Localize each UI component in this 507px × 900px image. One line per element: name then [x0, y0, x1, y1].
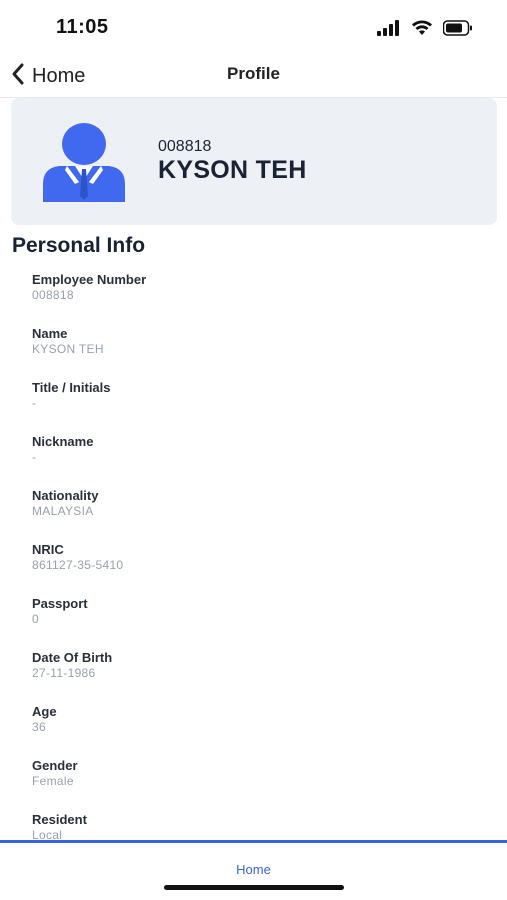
status-time: 11:05 — [56, 16, 109, 38]
personal-info-list: Employee Number 008818 Name KYSON TEH Ti… — [32, 272, 482, 866]
profile-name: KYSON TEH — [158, 156, 307, 184]
section-title-personal-info: Personal Info — [12, 234, 146, 257]
info-value: MALAYSIA — [32, 504, 94, 518]
info-item-employee-number: Employee Number 008818 — [32, 272, 482, 326]
info-label: Age — [32, 704, 57, 719]
status-bar: 11:05 — [0, 0, 507, 56]
info-item-nickname: Nickname - — [32, 434, 482, 488]
info-item-age: Age 36 — [32, 704, 482, 758]
info-value: 0 — [32, 612, 39, 626]
info-label: Title / Initials — [32, 380, 111, 395]
info-value: 861127-35-5410 — [32, 558, 124, 572]
info-value: - — [32, 450, 37, 464]
info-label: Nationality — [32, 488, 99, 503]
info-item-nationality: Nationality MALAYSIA — [32, 488, 482, 542]
tab-active-indicator — [0, 840, 507, 843]
info-value: - — [32, 396, 37, 410]
info-item-date-of-birth: Date Of Birth 27-11-1986 — [32, 650, 482, 704]
info-label: NRIC — [32, 542, 64, 557]
info-label: Date Of Birth — [32, 650, 113, 665]
info-item-gender: Gender Female — [32, 758, 482, 812]
wifi-icon — [411, 20, 433, 41]
info-label: Employee Number — [32, 272, 147, 287]
page-title: Profile — [227, 64, 280, 83]
profile-employee-number: 008818 — [158, 138, 212, 155]
info-value: 008818 — [32, 288, 74, 302]
status-icons — [377, 20, 473, 41]
info-label: Name — [32, 326, 68, 341]
info-label: Resident — [32, 812, 87, 827]
info-value: KYSON TEH — [32, 342, 104, 356]
info-item-nric: NRIC 861127-35-5410 — [32, 542, 482, 596]
info-value: Female — [32, 774, 74, 788]
battery-icon — [442, 20, 473, 41]
navigation-bar: Home Profile — [0, 56, 507, 96]
home-indicator-bar — [164, 885, 344, 890]
user-avatar-icon — [41, 122, 127, 202]
info-value: 36 — [32, 720, 46, 734]
info-label: Nickname — [32, 434, 94, 449]
tab-home[interactable]: Home — [0, 862, 507, 877]
info-value: 27-11-1986 — [32, 666, 96, 680]
profile-card: 008818 KYSON TEH — [11, 98, 497, 225]
info-item-name: Name KYSON TEH — [32, 326, 482, 380]
info-label: Gender — [32, 758, 78, 773]
info-item-passport: Passport 0 — [32, 596, 482, 650]
signal-icon — [377, 20, 401, 41]
info-label: Passport — [32, 596, 88, 611]
tab-bar: Home — [0, 840, 507, 900]
info-item-title-initials: Title / Initials - — [32, 380, 482, 434]
